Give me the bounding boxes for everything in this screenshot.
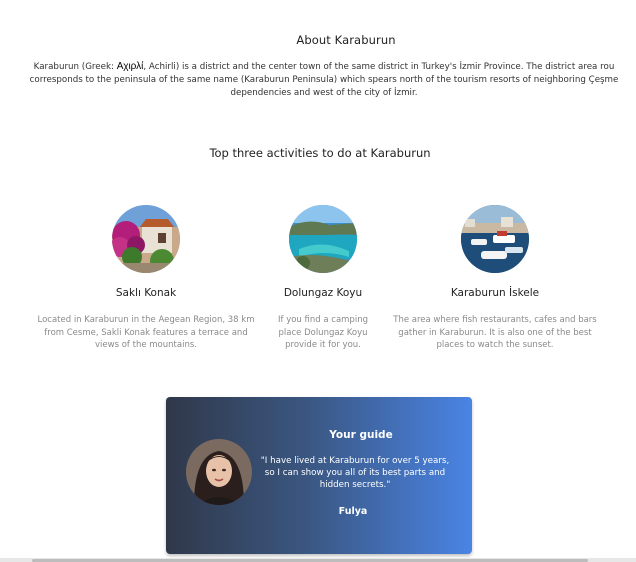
about-paragraph: Karaburun (Greek: Αχιρλί, Achirli) is a … (0, 60, 636, 100)
activity-description: If you find a camping place Dolungaz Koy… (278, 315, 368, 350)
about-title: About Karaburun (296, 33, 396, 47)
horizontal-scrollbar[interactable] (0, 558, 636, 562)
bay-photo (289, 205, 357, 273)
guide-card: Your guide "I have lived at Karaburun fo… (166, 397, 472, 554)
guide-name: Fulya (338, 506, 368, 517)
flower-house-photo (112, 205, 180, 273)
activity-card-sakli-konak: Saklı Konak Located in Karaburun in the … (26, 205, 266, 352)
activity-card-dolungaz-koyu: Dolungaz Koyu If you find a camping plac… (270, 205, 376, 352)
guide-quote: "I have lived at Karaburun for over 5 ye… (260, 456, 450, 490)
harbor-photo (461, 205, 529, 273)
activities-title: Top three activities to do at Karaburun (209, 146, 431, 160)
activity-name: Saklı Konak (115, 287, 177, 299)
activity-description: Located in Karaburun in the Aegean Regio… (37, 315, 255, 350)
about-line-1: Karaburun (Greek: Αχιρλί, Achirli) is a … (33, 61, 615, 72)
guide-portrait (186, 439, 252, 505)
about-line-3: dependencies and west of the city of İzm… (230, 88, 418, 98)
activity-name: Karaburun İskele (450, 287, 540, 299)
activity-description: The area where fish restaurants, cafes a… (393, 315, 597, 350)
greek-name: Αχιρλί (116, 61, 144, 72)
guide-heading: Your guide (329, 429, 393, 441)
activity-card-karaburun-iskele: Karaburun İskele The area where fish res… (386, 205, 604, 352)
about-line-2: corresponds to the peninsula of the same… (29, 75, 619, 85)
activity-name: Dolungaz Koyu (283, 287, 363, 299)
